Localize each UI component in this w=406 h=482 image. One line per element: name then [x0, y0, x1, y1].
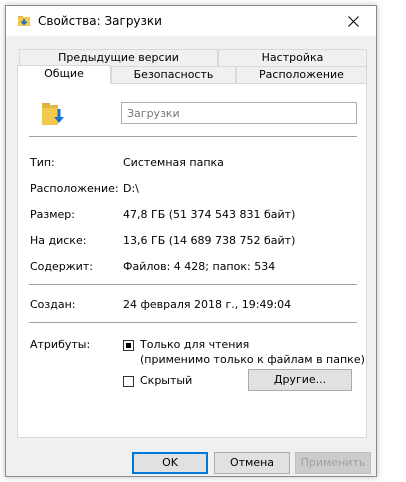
- downloads-folder-icon: [42, 103, 64, 125]
- created-label: Создан:: [30, 298, 76, 311]
- readonly-checkbox[interactable]: [123, 340, 134, 351]
- close-icon: [348, 15, 359, 27]
- size-value: 47,8 ГБ (51 374 543 831 байт): [123, 208, 296, 221]
- other-attributes-button[interactable]: Другие...: [248, 369, 352, 391]
- apply-button[interactable]: Применить: [295, 452, 371, 474]
- location-value: D:\: [123, 182, 139, 195]
- location-label: Расположение:: [30, 182, 119, 195]
- tab-customize[interactable]: Настройка: [218, 49, 367, 66]
- title-bar: Свойства: Загрузки: [6, 6, 376, 36]
- attributes-label: Атрибуты:: [30, 338, 91, 351]
- window-title: Свойства: Загрузки: [38, 14, 162, 28]
- properties-dialog: Свойства: Загрузки Предыдущие версии Нас…: [5, 5, 377, 477]
- separator: [29, 322, 357, 323]
- created-value: 24 февраля 2018 г., 19:49:04: [123, 298, 292, 311]
- readonly-note: (применимо только к файлам в папке): [140, 353, 365, 366]
- hidden-checkbox[interactable]: [123, 376, 134, 387]
- size-label: Размер:: [30, 208, 75, 221]
- general-tab-panel: Тип: Системная папка Расположение: D:\ Р…: [17, 83, 367, 438]
- contains-label: Содержит:: [30, 260, 93, 273]
- folder-icon: [18, 16, 30, 26]
- close-button[interactable]: [331, 6, 376, 36]
- ok-button[interactable]: OK: [132, 452, 208, 474]
- folder-name-input[interactable]: [121, 102, 357, 124]
- cancel-button[interactable]: Отмена: [214, 452, 290, 474]
- tab-security[interactable]: Безопасность: [111, 66, 236, 83]
- separator: [29, 284, 357, 285]
- tab-general[interactable]: Общие: [17, 65, 111, 84]
- disk-size-label: На диске:: [30, 234, 87, 247]
- tab-location[interactable]: Расположение: [236, 66, 367, 83]
- contains-value: Файлов: 4 428; папок: 534: [123, 260, 276, 273]
- disk-size-value: 13,6 ГБ (14 689 738 752 байт): [123, 234, 296, 247]
- tab-previous-versions[interactable]: Предыдущие версии: [19, 49, 218, 66]
- hidden-label: Скрытый: [140, 374, 193, 387]
- separator: [29, 136, 357, 137]
- type-value: Системная папка: [123, 156, 224, 169]
- type-label: Тип:: [30, 156, 55, 169]
- readonly-label: Только для чтения: [140, 338, 250, 351]
